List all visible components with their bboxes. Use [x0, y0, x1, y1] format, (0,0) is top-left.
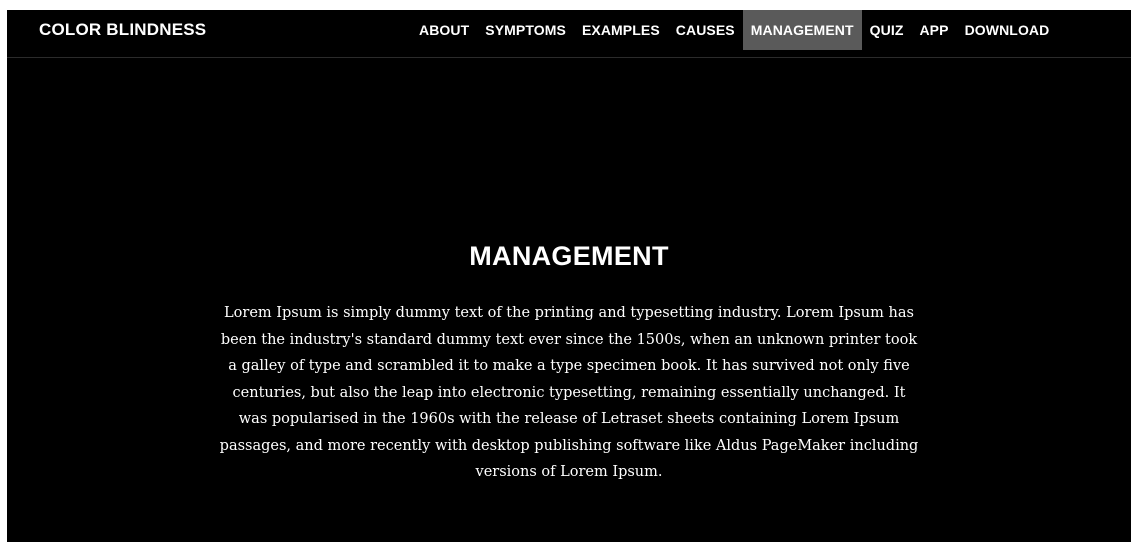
nav-link-about[interactable]: ABOUT [411, 10, 477, 50]
nav-link-causes[interactable]: CAUSES [668, 10, 743, 50]
nav-links: ABOUT SYMPTOMS EXAMPLES CAUSES MANAGEMEN… [411, 10, 1057, 50]
brand-logo-link[interactable]: COLOR BLINDNESS [39, 10, 206, 50]
nav-link-app[interactable]: APP [911, 10, 956, 50]
nav-link-download[interactable]: DOWNLOAD [957, 10, 1058, 50]
section-title: MANAGEMENT [469, 241, 669, 271]
section-body-text: Lorem Ipsum is simply dummy text of the … [219, 305, 919, 480]
nav-link-symptoms[interactable]: SYMPTOMS [477, 10, 574, 50]
management-section: MANAGEMENT Lorem Ipsum is simply dummy t… [7, 236, 1131, 486]
nav-link-management[interactable]: MANAGEMENT [742, 10, 862, 50]
top-navbar: COLOR BLINDNESS ABOUT SYMPTOMS EXAMPLES … [7, 10, 1131, 58]
nav-link-examples[interactable]: EXAMPLES [574, 10, 668, 50]
nav-link-quiz[interactable]: QUIZ [862, 10, 912, 50]
page-viewport: COLOR BLINDNESS ABOUT SYMPTOMS EXAMPLES … [7, 10, 1131, 542]
